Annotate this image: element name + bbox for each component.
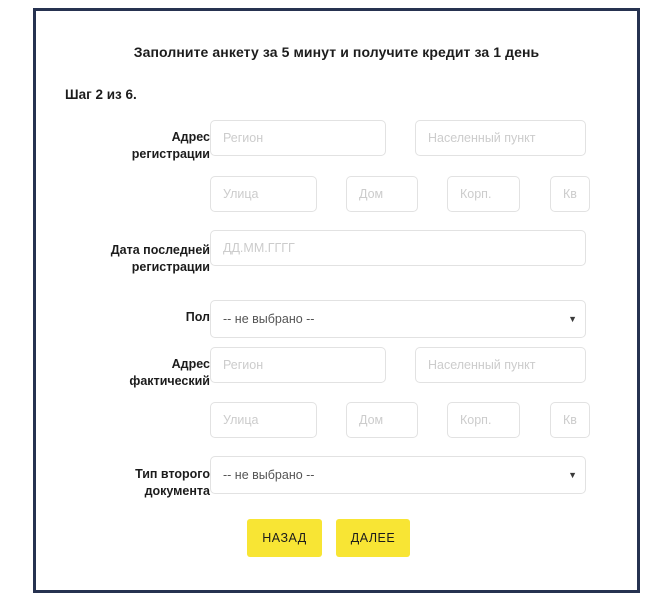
chevron-down-icon: ▼ — [568, 470, 577, 480]
label-gender-text: Пол — [185, 310, 210, 324]
label-second-document-type-line1: Тип второго — [135, 467, 210, 481]
last-registration-date-input[interactable] — [210, 230, 586, 266]
actual-locality-input[interactable] — [415, 347, 586, 383]
step-indicator: Шаг 2 из 6. — [65, 87, 137, 102]
label-actual-address-line1: Адрес — [171, 357, 210, 371]
label-registration-address: Адрес регистрации — [50, 129, 210, 163]
gender-select-value: -- не выбрано -- — [223, 312, 315, 326]
registration-street-input[interactable] — [210, 176, 317, 212]
label-last-registration-date-line2: регистрации — [131, 260, 210, 274]
next-button[interactable]: ДАЛЕЕ — [336, 519, 410, 557]
chevron-down-icon: ▼ — [568, 314, 577, 324]
label-gender: Пол — [50, 309, 210, 326]
label-registration-address-line2: регистрации — [131, 147, 210, 161]
gender-select[interactable]: -- не выбрано -- ▼ — [210, 300, 586, 338]
label-actual-address-line2: фактический — [129, 374, 210, 388]
actual-building-input[interactable] — [447, 402, 520, 438]
second-document-type-select-value: -- не выбрано -- — [223, 468, 315, 482]
label-second-document-type: Тип второго документа — [50, 466, 210, 500]
registration-locality-input[interactable] — [415, 120, 586, 156]
second-document-type-select[interactable]: -- не выбрано -- ▼ — [210, 456, 586, 494]
back-button[interactable]: НАЗАД — [247, 519, 322, 557]
label-last-registration-date: Дата последней регистрации — [50, 242, 210, 276]
registration-house-input[interactable] — [346, 176, 418, 212]
registration-building-input[interactable] — [447, 176, 520, 212]
page-title: Заполните анкету за 5 минут и получите к… — [133, 44, 540, 60]
label-actual-address: Адрес фактический — [50, 356, 210, 390]
registration-region-input[interactable] — [210, 120, 386, 156]
label-last-registration-date-line1: Дата последней — [110, 243, 210, 257]
label-registration-address-line1: Адрес — [171, 130, 210, 144]
actual-house-input[interactable] — [346, 402, 418, 438]
registration-apartment-input[interactable] — [550, 176, 590, 212]
label-second-document-type-line2: документа — [144, 484, 210, 498]
actual-region-input[interactable] — [210, 347, 386, 383]
actual-apartment-input[interactable] — [550, 402, 590, 438]
loan-application-form-frame: Заполните анкету за 5 минут и получите к… — [33, 8, 640, 593]
actual-street-input[interactable] — [210, 402, 317, 438]
